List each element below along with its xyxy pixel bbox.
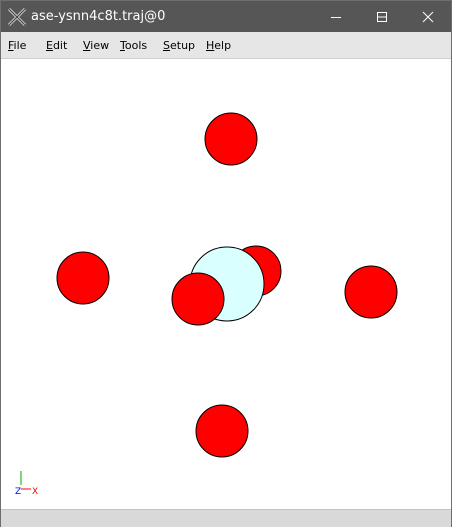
ase-logo-icon — [7, 7, 27, 27]
atom-oxygen-left[interactable] — [56, 251, 110, 305]
close-icon — [422, 11, 434, 22]
menu-bar: File Edit View Tools Setup Help — [1, 32, 451, 59]
window-title: ase-ysnn4c8t.traj@0 — [31, 9, 166, 24]
menu-tools[interactable]: Tools — [120, 39, 147, 52]
atom-oxygen-front[interactable] — [171, 272, 225, 326]
menu-setup[interactable]: Setup — [163, 39, 195, 52]
axis-z-label: Z — [15, 487, 21, 497]
structure-viewer-canvas[interactable]: Z X — [1, 59, 451, 509]
axis-x-label: X — [32, 487, 38, 497]
axes-indicator: Z X — [15, 471, 38, 497]
maximize-icon — [377, 11, 387, 22]
close-button[interactable] — [405, 1, 451, 32]
maximize-button[interactable] — [359, 1, 405, 32]
molecule-view: Z X — [15, 112, 398, 497]
atom-oxygen-right[interactable] — [344, 265, 398, 319]
status-bar — [1, 509, 451, 527]
menu-file[interactable]: File — [8, 39, 26, 52]
menu-edit[interactable]: Edit — [46, 39, 67, 52]
menu-view[interactable]: View — [83, 39, 109, 52]
minimize-window-button[interactable] — [313, 1, 359, 32]
app-window: ase-ysnn4c8t.traj@0 File Edit View Tools… — [0, 0, 452, 527]
menu-help[interactable]: Help — [206, 39, 231, 52]
minimize-icon — [331, 16, 341, 18]
atom-oxygen-top[interactable] — [204, 112, 258, 166]
atom-oxygen-bottom[interactable] — [195, 404, 249, 458]
